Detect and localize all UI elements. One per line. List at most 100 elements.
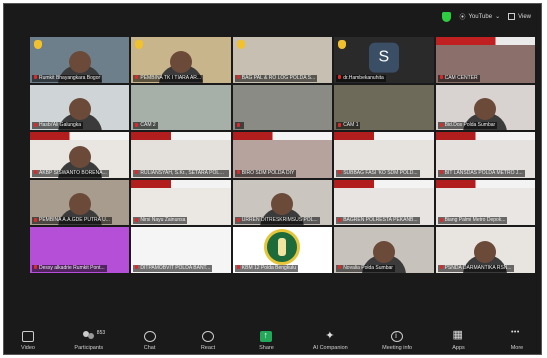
view-button[interactable]: View [508, 13, 531, 20]
participant-tile[interactable]: Biang Palmi Metro Depok... [435, 179, 535, 225]
participant-name-label: BAG PAL & RO LOG POLDA S... [234, 74, 318, 82]
more-label: More [510, 345, 524, 351]
participant-tile[interactable]: BAGREN POLRESTA PEKANB... [334, 179, 434, 225]
participant-tile[interactable]: PEMBINA A.A.GDE PUTRA U... [30, 179, 130, 225]
info-label: Meeting info [382, 345, 413, 351]
muted-mic-icon [338, 170, 342, 175]
participant-tile[interactable]: CAM 1 [334, 84, 434, 130]
participant-tile[interactable]: Novalia Polda Sumbar [334, 227, 434, 273]
participant-tile[interactable]: AKBP SISWANTO BORENA... [30, 132, 130, 178]
chat-button[interactable]: Chat [138, 331, 162, 351]
stream-label: YouTube [468, 13, 493, 20]
participant-name: Hasbi'Ali Galungka [39, 122, 82, 128]
participant-name: BIT LANSDAS POLDA METRO J... [444, 169, 523, 176]
virtual-background-banner [131, 132, 231, 140]
virtual-background-banner [435, 132, 535, 140]
participant-face [170, 50, 193, 73]
participant-tile[interactable]: Hasbi'Ali Galungka [30, 84, 130, 130]
participant-name: dr.Hambekanuhita [343, 74, 384, 81]
participant-name-label: RULIANSYAH, S.Kr., SETARA POLD... [133, 169, 229, 177]
participant-name: CAM 2 [140, 122, 156, 128]
muted-mic-icon [236, 75, 240, 80]
muted-mic-icon [439, 122, 443, 127]
chat-label: Chat [143, 345, 156, 351]
participant-name-label: dr.Hambekanuhita [336, 74, 386, 82]
participant-tile[interactable]: CAM CENTER [435, 37, 535, 83]
muted-mic-icon [34, 170, 37, 175]
participant-tile[interactable] [232, 84, 333, 130]
live-stream-indicator[interactable]: ⦿ YouTube ⌄ [459, 12, 501, 22]
ai-button[interactable]: AI Companion [312, 329, 348, 351]
participant-face [271, 193, 294, 216]
info-icon [391, 331, 404, 342]
view-label: View [518, 13, 531, 20]
participant-tile[interactable]: Rumkit Bhayangkara Bogor [30, 37, 130, 83]
participant-face [68, 145, 91, 168]
participant-name-label: AKBP SISWANTO BORENA... [32, 169, 109, 177]
react-label: React [200, 345, 216, 351]
muted-mic-icon [135, 122, 139, 127]
avatar: S [368, 42, 399, 73]
ai-label: AI Companion [312, 345, 348, 351]
police-medical-logo [264, 229, 301, 266]
more-button[interactable]: More [505, 329, 529, 351]
apps-label: Apps [452, 345, 465, 351]
virtual-background-banner [131, 179, 231, 188]
share-label: Share [259, 345, 274, 351]
participant-tile[interactable]: URREN DITRESKRIMSUS POL... [232, 179, 333, 225]
participant-name: BAGREN POLRESTA PEKANB... [343, 217, 418, 223]
participant-name: Biang Palmi Metro Depok... [444, 217, 506, 223]
participant-face [68, 193, 91, 216]
participant-name-label: Biang Palmi Metro Depok... [437, 217, 508, 224]
participant-tile[interactable]: Nirsi Nayu Zainunsa [131, 179, 231, 225]
participant-name: PSNDA DARMANTIKA RSN... [444, 264, 512, 271]
muted-mic-icon [439, 265, 443, 270]
participant-tile[interactable]: KBM 12 Polda Bengkulu [232, 227, 333, 273]
participant-name-label: BIT LANSDAS POLDA METRO J... [437, 169, 525, 177]
participants-button[interactable]: 853 Participants [74, 330, 105, 351]
info-button[interactable]: Meeting info [382, 331, 412, 351]
virtual-background-banner [232, 132, 333, 140]
participant-name: URREN DITRESKRIMSUS POL... [241, 217, 318, 223]
participant-face [474, 240, 497, 263]
participant-tile[interactable]: Sdr.Hambekanuhita [334, 37, 434, 83]
zoom-window: ⦿ YouTube ⌄ View Rumkit Bhayangkara Bogo… [3, 3, 542, 355]
chevron-down-icon: ⌄ [495, 14, 501, 20]
participant-tile[interactable]: DITPAMOBVIT POLDA BANT... [131, 227, 231, 273]
participant-tile[interactable]: RULIANSYAH, S.Kr., SETARA POLD... [131, 132, 231, 178]
participant-tile[interactable]: Dessy alkadrie Rumkit Pont... [30, 227, 130, 273]
muted-mic-icon [338, 217, 342, 222]
participant-name: Novalia Polda Sumbar [343, 264, 393, 271]
video-button[interactable]: Video [16, 331, 40, 351]
apps-icon [453, 328, 465, 342]
muted-mic-icon [338, 265, 342, 270]
chat-icon [143, 331, 156, 342]
participants-label: Participants [74, 345, 104, 351]
participant-tile[interactable]: CAM 2 [131, 84, 231, 130]
participant-name: DITPAMOBVIT POLDA BANT... [140, 264, 211, 271]
raised-hand-icon [236, 40, 245, 49]
participant-tile[interactable]: BIT LANSDAS POLDA METRO J... [435, 132, 535, 178]
meeting-top-bar: ⦿ YouTube ⌄ View [4, 4, 541, 29]
virtual-background-banner [334, 179, 434, 188]
participant-tile[interactable]: PSNDA DARMANTIKA RSN... [435, 227, 535, 273]
raised-hand-icon [34, 40, 42, 49]
participant-tile[interactable]: Bid.Dos Polda Sumbar [435, 84, 535, 130]
share-button[interactable]: Share [254, 330, 278, 351]
apps-button[interactable]: Apps [447, 328, 471, 351]
video-feed [232, 84, 333, 130]
participant-name: CAM 1 [343, 122, 359, 128]
security-shield-icon[interactable] [442, 11, 452, 22]
participant-tile[interactable]: PEMBINA TK I TIARA AR... [131, 37, 231, 83]
muted-mic-icon [34, 265, 37, 270]
participant-name: AKBP SISWANTO BORENA... [39, 169, 107, 176]
participant-face [68, 98, 91, 121]
muted-mic-icon [338, 122, 342, 127]
participant-tile[interactable]: SUBBAG FASI 'KO SDM POLD... [334, 132, 434, 178]
participant-tile[interactable]: BIRO SDM POLDA DIY [232, 132, 333, 178]
stream-icon: ⦿ [459, 15, 466, 21]
react-button[interactable]: React [196, 331, 220, 351]
participants-icon: 853 [82, 330, 105, 342]
participant-face [372, 240, 395, 263]
participant-tile[interactable]: BAG PAL & RO LOG POLDA S... [232, 37, 333, 83]
